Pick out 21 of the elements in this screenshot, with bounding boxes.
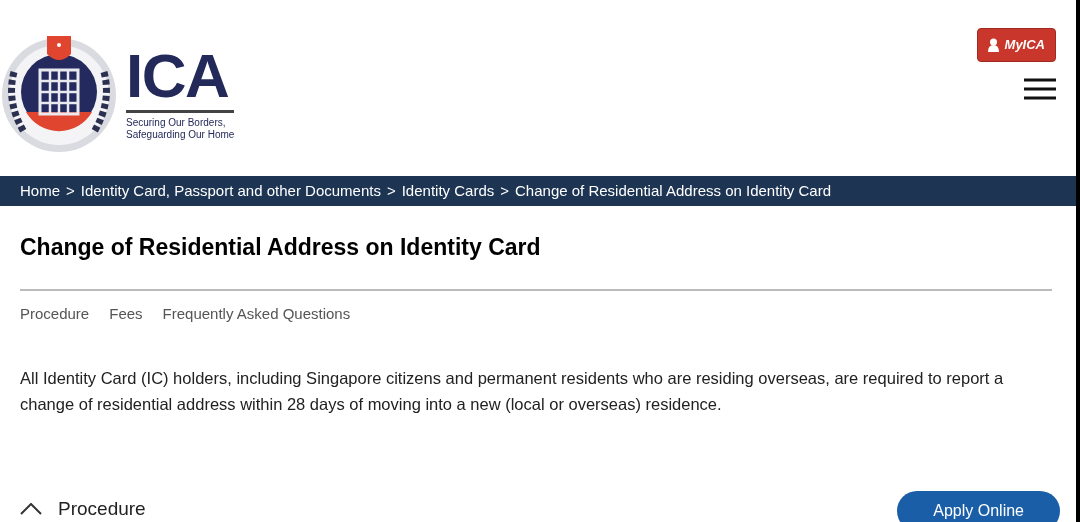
logo-tagline: Securing Our Borders, [126, 116, 227, 129]
breadcrumb-link[interactable]: Change of Residential Address on Identity Card [515, 179, 832, 203]
page-title: Change of Residential Address on Identity Card [20, 230, 1052, 291]
myica-button[interactable]: MyICA [976, 28, 1056, 62]
breadcrumb-link[interactable]: Identity Cards [401, 179, 495, 203]
section-link[interactable]: Frequently Asked Questions [162, 302, 351, 325]
breadcrumb-link[interactable]: Home [20, 179, 60, 203]
breadcrumb-separator: > [500, 180, 509, 201]
person-icon [987, 37, 999, 52]
section-link[interactable]: Procedure [20, 302, 90, 325]
logo-tagline: Safeguarding Our Home [126, 128, 235, 141]
breadcrumb-separator: > [386, 180, 396, 201]
chevron-icon [20, 503, 42, 515]
apply-online-button[interactable]: Apply Online [897, 491, 1060, 522]
breadcrumb-link[interactable]: Identity Card, Passport and other Documents [80, 179, 381, 203]
accordion-header[interactable]: Procedure [20, 494, 146, 522]
logo-wordmark: ICA [126, 45, 230, 106]
section-link[interactable]: Fees [109, 302, 143, 325]
intro-paragraph: All Identity Card (IC) holders, including Singapore citizens and permanent residents who are residing overseas, are required to report a change of residential address within 28 days of moving into a new (local or overseas) residence. [20, 368, 1005, 415]
menu-icon[interactable] [1024, 77, 1056, 100]
breadcrumb-separator: > [66, 180, 75, 201]
